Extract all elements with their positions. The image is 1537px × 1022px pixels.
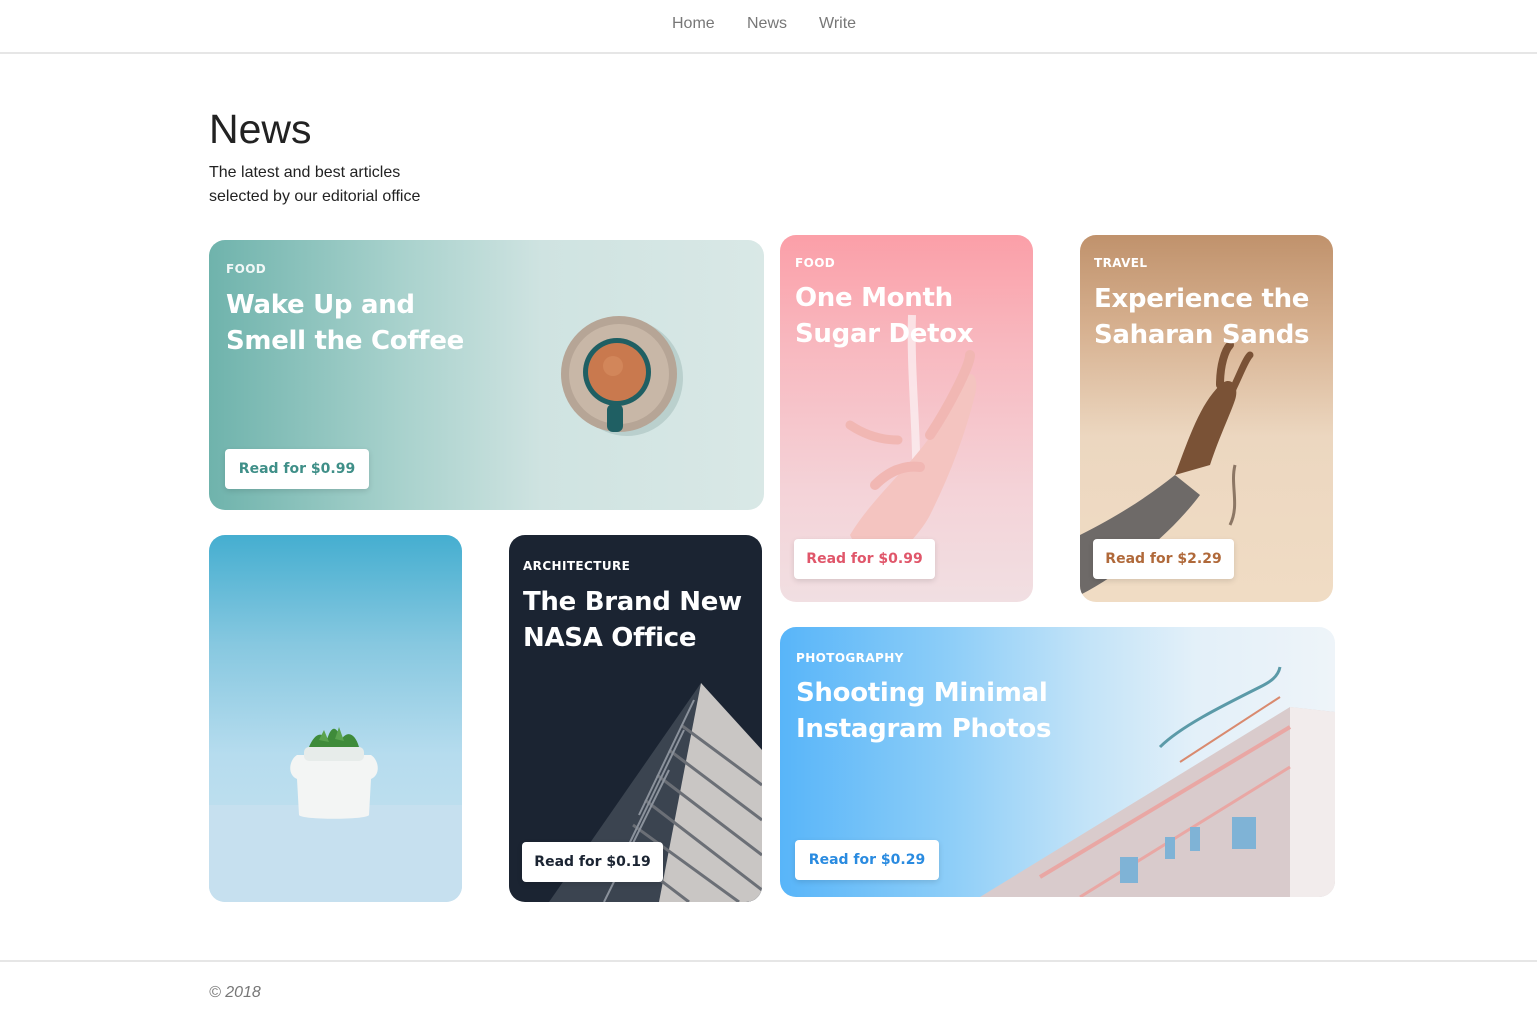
card-category: TRAVEL [1094,256,1148,270]
page-subtitle: The latest and best articles selected by… [209,161,509,209]
top-nav: Home News Write [0,0,1537,54]
card-title: Experience the Saharan Sands [1094,281,1310,353]
card-title-line-2: NASA Office [523,623,697,653]
succulent-pot-image [209,727,462,902]
card-category: FOOD [226,262,267,276]
article-card-sugar-detox[interactable]: FOOD One Month Sugar Detox Read for $0.9… [780,235,1033,602]
nav-home-link[interactable]: Home [672,15,715,33]
card-title-line-2: Instagram Photos [796,714,1052,744]
read-button-detox[interactable]: Read for $0.99 [794,539,935,579]
card-title: The Brand New NASA Office [523,584,742,656]
card-category: FOOD [795,256,836,270]
card-title-line-2: Smell the Coffee [226,326,464,356]
card-title-line-2: Saharan Sands [1094,320,1310,350]
card-title-line-1: One Month [795,283,953,313]
read-button-sahara[interactable]: Read for $2.29 [1093,539,1234,579]
card-title: Wake Up and Smell the Coffee [226,287,464,359]
page-subtitle-line-1: The latest and best articles [209,164,401,181]
card-title: Shooting Minimal Instagram Photos [796,675,1051,747]
card-title-line-1: Experience the [1094,284,1310,314]
card-title-line-1: Wake Up and [226,290,415,320]
nav-write-link[interactable]: Write [819,15,856,33]
card-title-line-1: The Brand New [523,587,742,617]
page-subtitle-line-2: selected by our editorial office [209,188,421,205]
article-card-coffee[interactable]: FOOD Wake Up and Smell the Coffee Read f… [209,240,764,510]
article-card-instagram[interactable]: PHOTOGRAPHY Shooting Minimal Instagram P… [780,627,1335,897]
read-button-instagram[interactable]: Read for $0.29 [795,840,939,880]
card-title-line-1: Shooting Minimal [796,678,1048,708]
card-title-line-2: Sugar Detox [795,319,974,349]
copyright-text: © 2018 [209,984,261,1001]
article-card-sahara[interactable]: TRAVEL Experience the Saharan Sands Read… [1080,235,1333,602]
page-title: News [209,106,312,152]
article-card-succulent[interactable] [209,535,462,902]
card-category: ARCHITECTURE [523,559,631,573]
read-button-coffee[interactable]: Read for $0.99 [225,449,369,489]
article-card-nasa[interactable]: ARCHITECTURE The Brand New NASA Office R… [509,535,762,902]
card-title: One Month Sugar Detox [795,280,974,352]
nav-news-link[interactable]: News [747,15,787,33]
card-category: PHOTOGRAPHY [796,651,904,665]
footer: © 2018 [0,960,1537,1022]
read-button-nasa[interactable]: Read for $0.19 [522,842,663,882]
